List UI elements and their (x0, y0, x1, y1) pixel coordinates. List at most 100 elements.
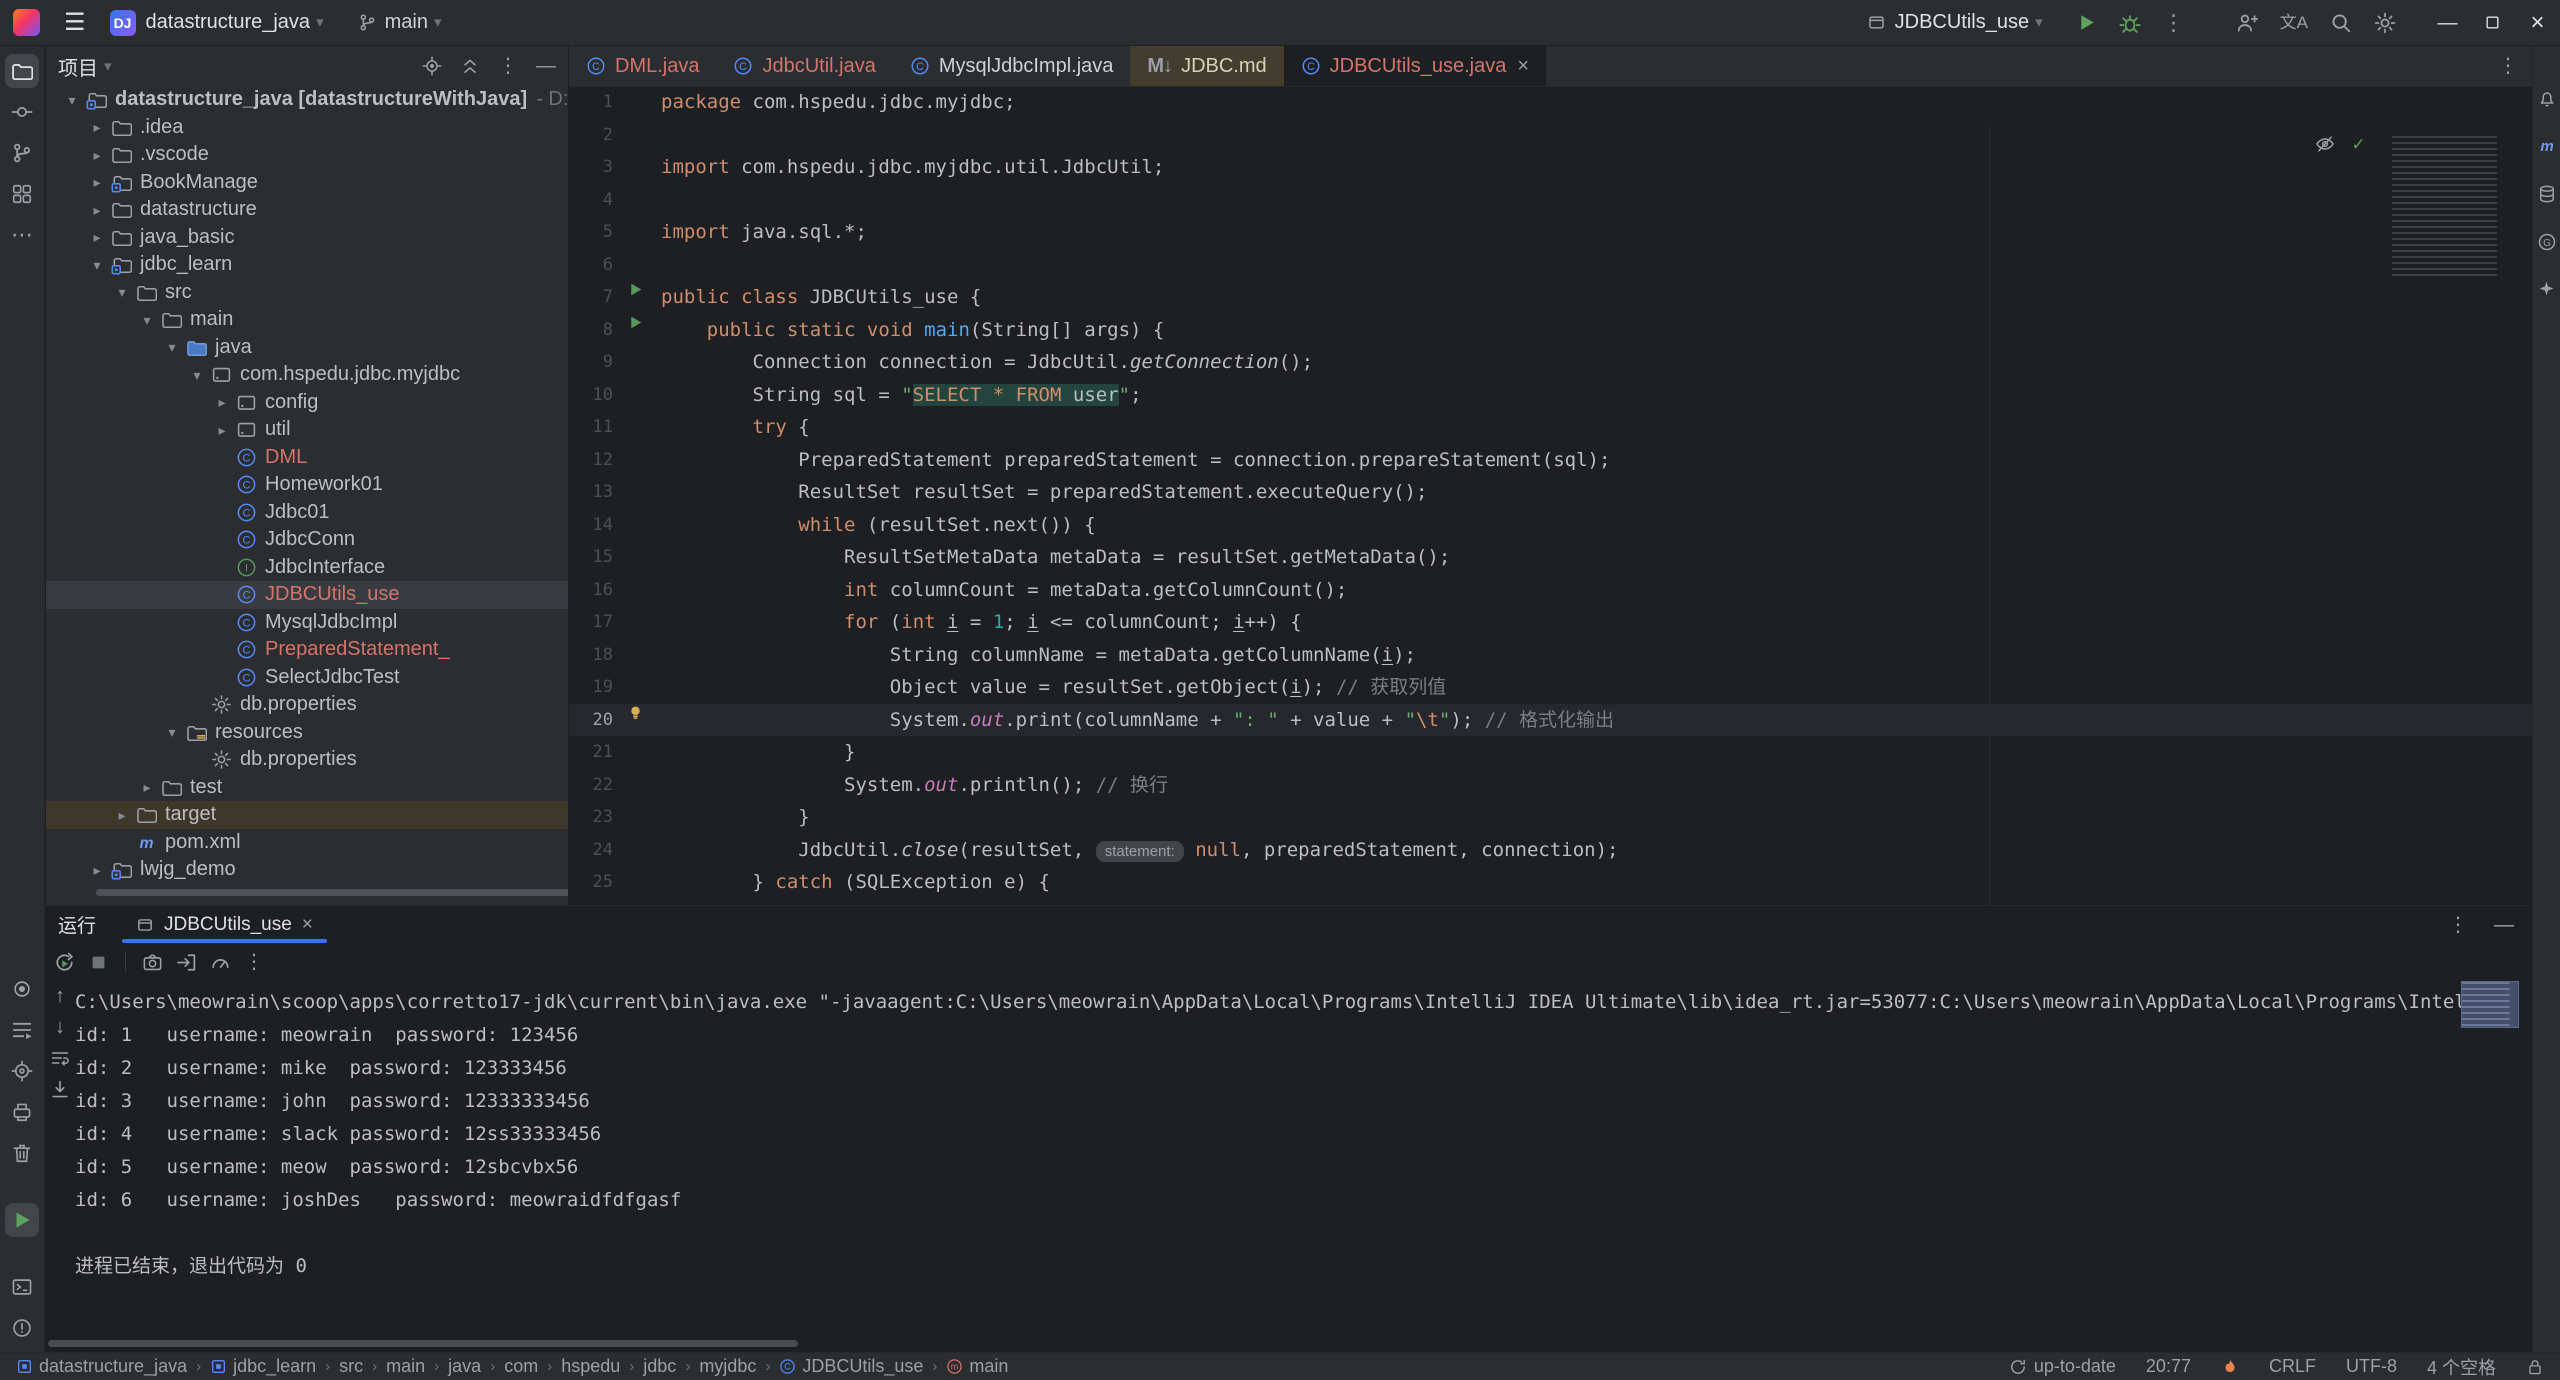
run-tab[interactable]: JDBCUtils_use × (122, 906, 327, 943)
console-output[interactable]: C:\Users\meowrain\scoop\apps\corretto17-… (75, 986, 2462, 1336)
settings-gear-icon[interactable] (2374, 12, 2396, 34)
stop-button[interactable] (88, 952, 109, 973)
terminal-tool-icon[interactable] (5, 1270, 39, 1304)
project-selector[interactable]: datastructure_java (146, 11, 311, 34)
editor-tab[interactable]: CDML.java (569, 46, 716, 86)
tree-item[interactable]: CMysqlJdbcImpl (46, 609, 568, 637)
tree-item[interactable]: ▾jdbc_learn (46, 251, 568, 279)
more-actions-button[interactable]: ⋮ (2163, 12, 2185, 34)
code-editor[interactable]: 1package com.hspedu.jdbc.myjdbc;23import… (569, 86, 2532, 905)
reader-mode-eye-icon[interactable] (2315, 134, 2335, 154)
tree-item[interactable]: CSelectJdbcTest (46, 664, 568, 692)
collapse-all-icon[interactable] (460, 56, 480, 76)
tree-item[interactable]: ▸target (46, 801, 568, 829)
tree-item[interactable]: ▸datastructure (46, 196, 568, 224)
tree-item[interactable]: CJdbc01 (46, 499, 568, 527)
database-tool-icon[interactable] (2537, 184, 2557, 204)
chevron-right-icon[interactable]: ▸ (85, 148, 109, 162)
panel-options-icon[interactable]: ⋮ (498, 56, 518, 76)
coverage-tool-icon[interactable] (5, 1054, 39, 1088)
tree-item[interactable]: ▸.idea (46, 114, 568, 142)
chevron-down-icon[interactable]: ▾ (60, 93, 84, 107)
chevron-right-icon[interactable]: ▸ (110, 808, 134, 822)
tab-list-icon[interactable]: ⋮ (2498, 56, 2518, 76)
scroll-up-icon[interactable]: ↑ (55, 986, 65, 1006)
run-configuration-selector[interactable]: JDBCUtils_use ▾ (1867, 11, 2043, 34)
tree-item[interactable]: IJdbcInterface (46, 554, 568, 582)
encoding[interactable]: UTF-8 (2346, 1356, 2397, 1377)
inspections-ok-icon[interactable]: ✓ (2353, 135, 2364, 154)
chevron-down-icon[interactable]: ▾ (160, 725, 184, 739)
editor-tab[interactable]: M↓JDBC.md (1130, 46, 1283, 86)
chevron-down-icon[interactable]: ▾ (110, 285, 134, 299)
tree-item[interactable]: CDML (46, 444, 568, 472)
tree-item[interactable]: ▾datastructure_java [datastructureWithJa… (46, 86, 568, 114)
capture-snapshot-icon[interactable] (142, 952, 163, 973)
breadcrumb-item[interactable]: hspedu (561, 1356, 620, 1377)
breakpoints-tool-icon[interactable] (5, 972, 39, 1006)
line-ending[interactable]: CRLF (2269, 1356, 2316, 1377)
console-minimap[interactable] (2461, 981, 2519, 1028)
scroll-to-end-icon[interactable] (50, 1079, 70, 1099)
scroll-down-icon[interactable]: ↓ (55, 1017, 65, 1037)
chevron-right-icon[interactable]: ▸ (135, 780, 159, 794)
tree-item[interactable]: ▸test (46, 774, 568, 802)
run-gutter-icon[interactable] (621, 281, 649, 298)
run-panel-options-icon[interactable]: ⋮ (2448, 915, 2468, 935)
tree-item[interactable]: db.properties (46, 691, 568, 719)
tree-item[interactable]: ▸config (46, 389, 568, 417)
rerun-button[interactable] (54, 952, 75, 973)
tree-item[interactable]: ▾main (46, 306, 568, 334)
code-with-me-icon[interactable] (2236, 12, 2258, 34)
vcs-status[interactable]: up-to-date (2009, 1356, 2116, 1377)
intention-bulb-icon[interactable] (621, 704, 649, 721)
structure-tool-icon[interactable] (5, 177, 39, 211)
git-flame[interactable] (2221, 1358, 2239, 1376)
editor-minimap[interactable] (2392, 136, 2520, 276)
tree-item[interactable]: ▸lwjg_demo (46, 856, 568, 884)
breadcrumb-item[interactable]: datastructure_java (16, 1356, 187, 1377)
chevron-right-icon[interactable]: ▸ (85, 120, 109, 134)
window-close-button[interactable]: × (2515, 0, 2560, 45)
caret-position[interactable]: 20:77 (2146, 1356, 2191, 1377)
maven-tool-icon[interactable]: m (2537, 136, 2557, 156)
chevron-right-icon[interactable]: ▸ (85, 175, 109, 189)
ai-assistant-icon[interactable] (2538, 280, 2555, 297)
inspection-widget[interactable]: ✓ (2315, 134, 2364, 154)
services-tool-icon[interactable] (5, 1013, 39, 1047)
commit-tool-icon[interactable] (5, 95, 39, 129)
tree-horizontal-scrollbar[interactable] (96, 889, 568, 896)
breadcrumb-item[interactable]: com (504, 1356, 538, 1377)
soft-wrap-icon[interactable] (50, 1048, 70, 1068)
console-horizontal-scrollbar[interactable] (48, 1340, 798, 1347)
trash-tool-icon[interactable] (5, 1136, 39, 1170)
project-tree[interactable]: ▾datastructure_java [datastructureWithJa… (46, 86, 568, 884)
chevron-down-icon[interactable]: ▾ (135, 313, 159, 327)
tree-item[interactable]: db.properties (46, 746, 568, 774)
run-tool-window-icon[interactable] (5, 1203, 39, 1237)
print-tool-icon[interactable] (5, 1095, 39, 1129)
window-minimize-button[interactable]: — (2425, 0, 2470, 45)
more-tools-icon[interactable]: ⋯ (5, 218, 39, 252)
hide-panel-icon[interactable]: — (536, 56, 556, 76)
chevron-down-icon[interactable]: ▾ (185, 368, 209, 382)
breadcrumb-item[interactable]: main (386, 1356, 425, 1377)
chevron-down-icon[interactable]: ▾ (85, 258, 109, 272)
breadcrumb-item[interactable]: src (339, 1356, 363, 1377)
chevron-right-icon[interactable]: ▸ (210, 395, 234, 409)
window-maximize-button[interactable] (2470, 0, 2515, 45)
editor-tab[interactable]: CJdbcUtil.java (716, 46, 892, 86)
locate-file-icon[interactable] (422, 56, 442, 76)
gradle-tool-icon[interactable]: G (2537, 232, 2557, 252)
translate-icon[interactable]: 文A (2280, 14, 2308, 31)
breadcrumb-item[interactable]: myjdbc (699, 1356, 756, 1377)
breadcrumb-item[interactable]: mmain (946, 1356, 1008, 1377)
hamburger-icon[interactable]: ☰ (64, 11, 86, 35)
run-panel-hide-icon[interactable]: — (2494, 915, 2514, 935)
chevron-down-icon[interactable]: ▾ (160, 340, 184, 354)
readonly[interactable] (2526, 1358, 2544, 1376)
tree-item[interactable]: ▸.vscode (46, 141, 568, 169)
tree-item[interactable]: ▸BookManage (46, 169, 568, 197)
breadcrumb-item[interactable]: jdbc_learn (210, 1356, 316, 1377)
tree-item[interactable]: CJdbcConn (46, 526, 568, 554)
